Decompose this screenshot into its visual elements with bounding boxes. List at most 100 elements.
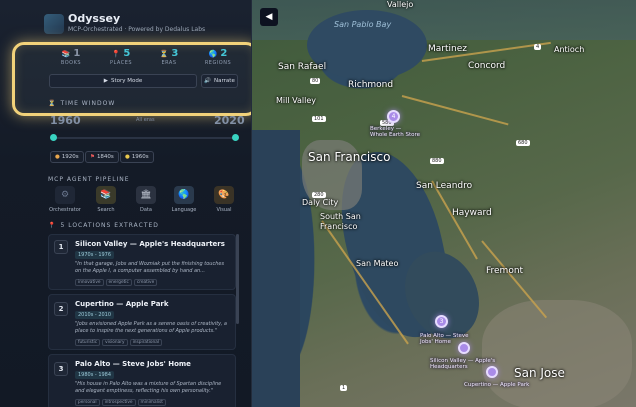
map-label-san-mateo: San Mateo bbox=[356, 259, 399, 268]
tag: futuristic bbox=[75, 339, 101, 346]
location-number: 3 bbox=[54, 362, 68, 376]
era-chip-1960s[interactable]: ● 1960s bbox=[120, 151, 154, 163]
map-label-san-rafael: San Rafael bbox=[278, 62, 327, 72]
map-marker-silicon-valley[interactable] bbox=[458, 342, 470, 354]
data-icon: 🏛 bbox=[136, 186, 156, 204]
highway-badge: 680 bbox=[516, 140, 530, 146]
locations-scrollbar[interactable] bbox=[236, 234, 239, 324]
hourglass-icon: ⏳ bbox=[48, 100, 57, 107]
globe-icon: 🌎 bbox=[208, 49, 218, 58]
speaker-icon: 🔊 bbox=[204, 78, 212, 84]
tag: introspective bbox=[101, 399, 136, 406]
narrate-button[interactable]: 🔊 Narrate bbox=[201, 74, 238, 88]
location-quote: "His house in Palo Alto was a mixture of… bbox=[75, 381, 222, 394]
sj-urban-area bbox=[482, 300, 632, 407]
location-card-1[interactable]: 1 Silicon Valley — Apple's Headquarters … bbox=[48, 234, 236, 290]
map-label-san-pablo-bay: San Pablo Bay bbox=[334, 20, 392, 29]
location-title: Palo Alto — Steve Jobs' Home bbox=[75, 360, 191, 368]
location-tags: innovative energetic creative bbox=[75, 279, 158, 286]
book-icon: 📚 bbox=[61, 49, 71, 58]
map-label-san-jose: San Jose bbox=[514, 366, 565, 380]
tag: personal bbox=[75, 399, 100, 406]
time-slider-end-handle[interactable] bbox=[232, 134, 239, 141]
map-label-south-sf: South San bbox=[320, 212, 361, 221]
location-tags: futuristic visionary inspirational bbox=[75, 339, 163, 346]
location-number: 2 bbox=[54, 302, 68, 316]
flag-icon: ⚑ bbox=[90, 154, 95, 160]
agent-data[interactable]: 🏛 Data bbox=[126, 186, 166, 213]
stat-regions: 🌎 2 REGIONS bbox=[204, 48, 232, 66]
location-quote: "Jobs envisioned Apple Park as a serene … bbox=[75, 321, 227, 334]
hourglass-icon: ⏳ bbox=[159, 49, 169, 58]
marker-label-silicon-valley: Silicon Valley — Apple's Headquarters bbox=[430, 358, 496, 371]
era-icon: ● bbox=[55, 154, 60, 160]
marker-label-cupertino: Cupertino — Apple Park bbox=[464, 382, 530, 388]
map-label-south-sf-2: Francisco bbox=[320, 222, 358, 231]
era-chip-1840s[interactable]: ⚑ 1840s bbox=[85, 151, 119, 163]
range-label: All eras bbox=[136, 117, 155, 123]
pipeline-title: MCP AGENT PIPELINE bbox=[48, 176, 130, 183]
map-label-san-francisco: San Francisco bbox=[308, 150, 391, 164]
start-year: 1960 bbox=[50, 114, 81, 127]
collapse-sidebar-button[interactable]: ◀ bbox=[260, 8, 278, 26]
agent-visual[interactable]: 🎨 Visual bbox=[204, 186, 244, 213]
stat-places: 📍 5 PLACES bbox=[109, 48, 133, 66]
highway-badge: 4 bbox=[534, 44, 542, 50]
map-view[interactable]: San Pablo Bay Vallejo Martinez Antioch S… bbox=[252, 0, 636, 407]
locations-title: 📍 5 LOCATIONS EXTRACTED bbox=[48, 222, 159, 229]
location-number: 1 bbox=[54, 240, 68, 254]
map-label-martinez: Martinez bbox=[428, 44, 467, 54]
agent-search[interactable]: 📚 Search bbox=[86, 186, 126, 213]
location-title: Silicon Valley — Apple's Headquarters bbox=[75, 240, 225, 248]
map-marker-berkeley[interactable]: 4 bbox=[387, 110, 400, 123]
map-marker-palo-alto[interactable]: 3 bbox=[435, 315, 448, 328]
location-tags: personal introspective minimalist bbox=[75, 399, 166, 406]
time-window-title: ⏳ TIME WINDOW bbox=[48, 100, 116, 107]
app-subtitle: MCP-Orchestrated · Powered by Dedalus La… bbox=[68, 26, 206, 33]
sidebar: Odyssey MCP-Orchestrated · Powered by De… bbox=[0, 0, 252, 407]
stat-eras: ⏳ 3 ERAS bbox=[159, 48, 179, 66]
play-icon: ▶ bbox=[103, 78, 108, 84]
location-card-3[interactable]: 3 Palo Alto — Steve Jobs' Home 1980s - 1… bbox=[48, 354, 236, 407]
map-label-antioch: Antioch bbox=[554, 45, 585, 54]
pin-icon: 📍 bbox=[111, 49, 121, 58]
tag: inspirational bbox=[129, 339, 163, 346]
tag: energetic bbox=[105, 279, 132, 286]
app-title: Odyssey bbox=[68, 12, 121, 25]
story-mode-button[interactable]: ▶ Story Mode bbox=[49, 74, 197, 88]
location-quote: "In that garage, Jobs and Wozniak put th… bbox=[75, 261, 225, 274]
visual-icon: 🎨 bbox=[214, 186, 234, 204]
search-icon: 📚 bbox=[96, 186, 116, 204]
agent-language[interactable]: 🌎 Language bbox=[164, 186, 204, 213]
highway-badge: 80 bbox=[310, 78, 321, 84]
map-label-daly-city: Daly City bbox=[302, 198, 339, 207]
marker-label-berkeley: Berkeley — Whole Earth Store bbox=[370, 126, 420, 139]
highway-badge: 880 bbox=[430, 158, 444, 164]
agent-orchestrator[interactable]: ⚙ Orchestrator bbox=[45, 186, 85, 213]
location-years: 1980s - 1984 bbox=[75, 371, 115, 379]
time-slider-start-handle[interactable] bbox=[50, 134, 57, 141]
orchestrator-icon: ⚙ bbox=[55, 186, 75, 204]
map-label-san-leandro: San Leandro bbox=[416, 181, 473, 191]
tag: visionary bbox=[102, 339, 128, 346]
map-label-concord: Concord bbox=[468, 61, 506, 71]
map-label-hayward: Hayward bbox=[452, 208, 492, 218]
highway-badge: 280 bbox=[312, 192, 326, 198]
highway-badge: 101 bbox=[312, 116, 326, 122]
stat-books: 📚 1 BOOKS bbox=[60, 48, 82, 66]
arrow-left-icon: ◀ bbox=[265, 12, 273, 22]
location-years: 1970s - 1976 bbox=[75, 251, 115, 259]
map-road bbox=[401, 95, 509, 126]
time-slider-track[interactable] bbox=[53, 137, 236, 139]
map-label-fremont: Fremont bbox=[486, 266, 524, 276]
location-title: Cupertino — Apple Park bbox=[75, 300, 169, 308]
era-icon: ● bbox=[125, 154, 130, 160]
end-year: 2020 bbox=[214, 114, 245, 127]
location-years: 2010s - 2010 bbox=[75, 311, 115, 319]
tag: innovative bbox=[75, 279, 104, 286]
map-marker-cupertino[interactable] bbox=[486, 366, 498, 378]
map-label-richmond: Richmond bbox=[348, 80, 394, 90]
map-label-mill-valley: Mill Valley bbox=[276, 96, 316, 105]
location-card-2[interactable]: 2 Cupertino — Apple Park 2010s - 2010 "J… bbox=[48, 294, 236, 350]
era-chip-1920s[interactable]: ● 1920s bbox=[50, 151, 84, 163]
